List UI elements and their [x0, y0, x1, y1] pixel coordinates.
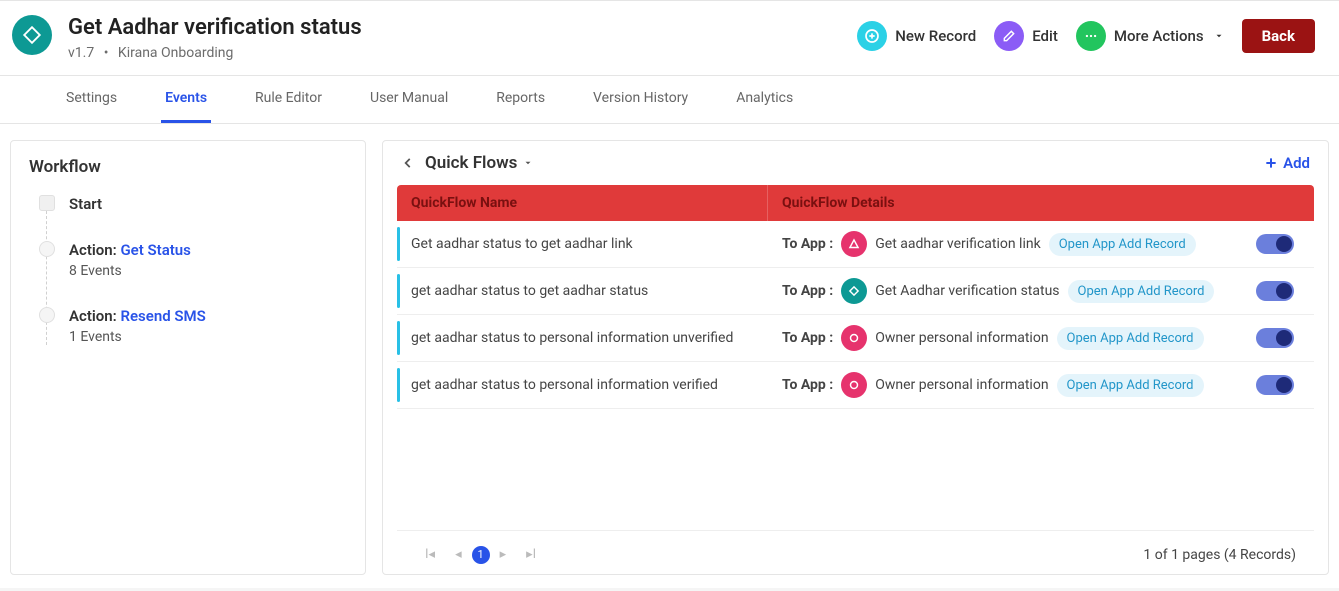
- table-header: QuickFlow Name QuickFlow Details: [397, 185, 1314, 221]
- workflow-item-label: Start: [69, 195, 347, 213]
- row-details: To App : Owner personal information Open A…: [767, 362, 1314, 408]
- workflow-item[interactable]: Action: Resend SMS 1 Events: [39, 307, 347, 345]
- version-text: v1.7: [68, 45, 94, 61]
- pager-first-icon[interactable]: I◂: [415, 543, 445, 566]
- page-header: Get Aadhar verification status v1.7 • Ki…: [0, 1, 1339, 76]
- row-details: To App : Get aadhar verification link Open…: [767, 221, 1314, 267]
- tab-bar: Settings Events Rule Editor User Manual Repo…: [0, 76, 1339, 124]
- row-name: get aadhar status to get aadhar status: [397, 273, 767, 309]
- workflow-item-label: Action: Get Status: [69, 241, 347, 259]
- pager-current-page[interactable]: 1: [472, 546, 490, 564]
- page-title: Get Aadhar verification status: [68, 15, 857, 41]
- workflow-item[interactable]: Start: [39, 195, 347, 213]
- open-app-add-record-button[interactable]: Open App Add Record: [1057, 374, 1204, 397]
- page-subtitle: v1.7 • Kirana Onboarding: [68, 45, 857, 61]
- pager-last-icon[interactable]: ▸I: [516, 543, 546, 566]
- header-actions: New Record Edit More Actions Back: [857, 19, 1315, 53]
- workflow-item-sub: 8 Events: [69, 263, 347, 279]
- row-app-name: Get aadhar verification link: [875, 236, 1040, 252]
- row-name: get aadhar status to personal informatio…: [397, 367, 767, 403]
- table-row[interactable]: get aadhar status to get aadhar statusTo…: [397, 268, 1314, 315]
- more-actions-label: More Actions: [1114, 27, 1204, 45]
- new-record-label: New Record: [895, 27, 976, 45]
- workflow-item[interactable]: Action: Get Status 8 Events: [39, 241, 347, 279]
- circle-icon: [841, 372, 867, 398]
- open-app-add-record-button[interactable]: Open App Add Record: [1068, 280, 1215, 303]
- column-name: QuickFlow Name: [397, 185, 767, 221]
- back-button[interactable]: Back: [1242, 19, 1315, 53]
- chevron-down-icon: [1214, 31, 1224, 41]
- pager-info: 1 of 1 pages (4 Records): [1143, 547, 1296, 563]
- circle-icon: [841, 325, 867, 351]
- more-icon: [1076, 21, 1106, 51]
- quickflows-panel: Quick Flows Add QuickFlow Name QuickFlow…: [382, 140, 1329, 575]
- workflow-list: Start Action: Get Status 8 Events Action: R…: [29, 195, 347, 345]
- tab-user-manual[interactable]: User Manual: [366, 76, 452, 123]
- to-app-label: To App :: [782, 236, 833, 252]
- workflow-item-label: Action: Resend SMS: [69, 307, 347, 325]
- edit-icon: [994, 21, 1024, 51]
- tab-version-history[interactable]: Version History: [589, 76, 692, 123]
- tab-analytics[interactable]: Analytics: [732, 76, 797, 123]
- more-actions-button[interactable]: More Actions: [1076, 21, 1224, 51]
- pagination: I◂ ◂ 1 ▸ ▸I 1 of 1 pages (4 Records): [397, 530, 1314, 574]
- row-toggle[interactable]: [1256, 281, 1294, 301]
- app-icon: [12, 15, 52, 55]
- to-app-label: To App :: [782, 283, 833, 299]
- row-toggle[interactable]: [1256, 234, 1294, 254]
- add-button[interactable]: Add: [1263, 154, 1310, 172]
- add-label: Add: [1283, 154, 1310, 172]
- diamond-icon: [841, 278, 867, 304]
- column-details: QuickFlow Details: [767, 185, 1314, 221]
- workflow-start-node-icon: [39, 195, 55, 211]
- workflow-panel: Workflow Start Action: Get Status 8 Events…: [10, 140, 366, 575]
- edit-button[interactable]: Edit: [994, 21, 1058, 51]
- row-details: To App : Get Aadhar verification status Op…: [767, 268, 1314, 314]
- to-app-label: To App :: [782, 330, 833, 346]
- quickflows-dropdown-icon[interactable]: [523, 158, 533, 168]
- row-toggle[interactable]: [1256, 375, 1294, 395]
- context-text: Kirana Onboarding: [118, 45, 233, 61]
- quickflows-table: QuickFlow Name QuickFlow Details Get aad…: [397, 185, 1314, 530]
- workflow-node-icon: [39, 307, 55, 323]
- row-app-name: Owner personal information: [875, 330, 1048, 346]
- tab-rule-editor[interactable]: Rule Editor: [251, 76, 326, 123]
- edit-label: Edit: [1032, 27, 1058, 45]
- row-name: get aadhar status to personal informatio…: [397, 320, 767, 356]
- workflow-node-icon: [39, 241, 55, 257]
- tab-events[interactable]: Events: [161, 76, 211, 123]
- tab-reports[interactable]: Reports: [492, 76, 549, 123]
- row-toggle[interactable]: [1256, 328, 1294, 348]
- row-app-name: Get Aadhar verification status: [875, 283, 1059, 299]
- plus-icon: [857, 21, 887, 51]
- table-row[interactable]: get aadhar status to personal informatio…: [397, 362, 1314, 409]
- row-details: To App : Owner personal information Open A…: [767, 315, 1314, 361]
- row-app-name: Owner personal information: [875, 377, 1048, 393]
- workflow-title: Workflow: [29, 157, 347, 177]
- quickflows-title: Quick Flows: [425, 153, 517, 173]
- row-name: Get aadhar status to get aadhar link: [397, 226, 767, 262]
- separator-dot: •: [104, 45, 109, 61]
- to-app-label: To App :: [782, 377, 833, 393]
- table-row[interactable]: get aadhar status to personal informatio…: [397, 315, 1314, 362]
- new-record-button[interactable]: New Record: [857, 21, 976, 51]
- tab-settings[interactable]: Settings: [62, 76, 121, 123]
- table-row[interactable]: Get aadhar status to get aadhar linkTo A…: [397, 221, 1314, 268]
- pager-prev-icon[interactable]: ◂: [445, 543, 472, 566]
- open-app-add-record-button[interactable]: Open App Add Record: [1049, 233, 1196, 256]
- title-block: Get Aadhar verification status v1.7 • Ki…: [68, 15, 857, 61]
- back-chevron-icon[interactable]: [401, 156, 415, 170]
- pager-next-icon[interactable]: ▸: [490, 543, 517, 566]
- triangle-icon: [841, 231, 867, 257]
- workflow-item-sub: 1 Events: [69, 329, 347, 345]
- open-app-add-record-button[interactable]: Open App Add Record: [1057, 327, 1204, 350]
